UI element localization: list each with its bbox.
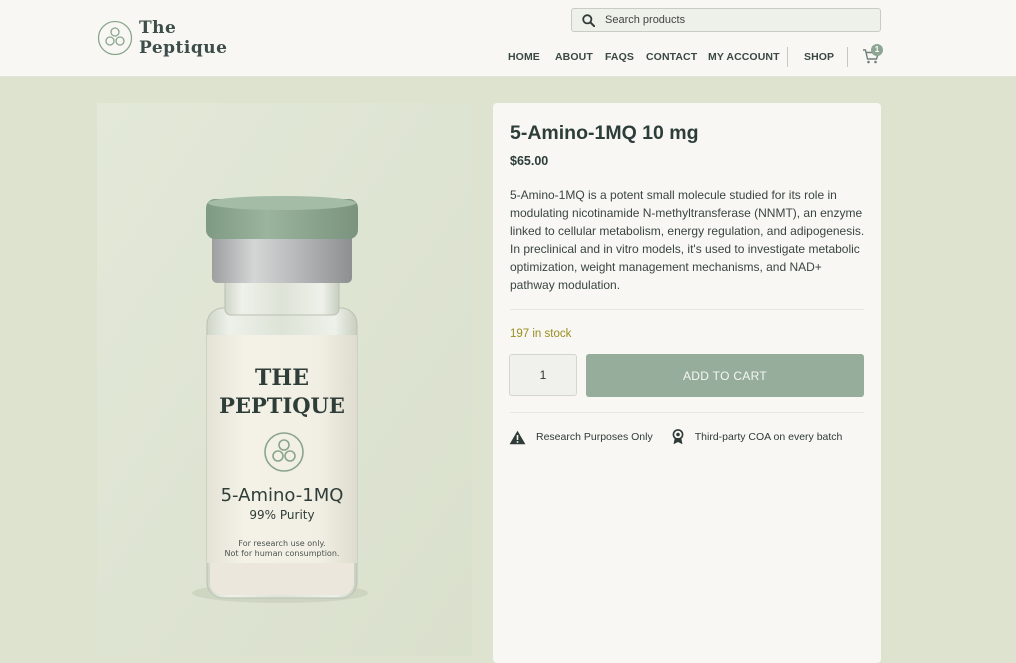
badge-research-label: Research Purposes Only xyxy=(536,431,653,443)
badge-research: Research Purposes Only xyxy=(509,430,653,445)
vial-illustration: THE PEPTIQUE 5-Amino-1MQ 99% Purity For … xyxy=(97,103,472,656)
nav-my-account[interactable]: MY ACCOUNT xyxy=(708,51,780,63)
brand-line-1: The xyxy=(139,18,177,38)
vial-product-name: 5-Amino-1MQ xyxy=(221,485,344,506)
warning-icon xyxy=(509,430,526,444)
badge-coa-label: Third-party COA on every batch xyxy=(694,431,843,443)
award-ribbon-icon xyxy=(672,429,684,445)
site-header: The Peptique HOME ABOUT FAQS CONTACT MY … xyxy=(0,0,1016,77)
search-input[interactable] xyxy=(603,13,867,27)
search-icon[interactable] xyxy=(582,13,595,27)
nav-divider xyxy=(847,47,848,67)
product-description: 5-Amino-1MQ is a potent small molecule s… xyxy=(510,188,865,292)
product-summary-panel: 5-Amino-1MQ 10 mg $65.00 5-Amino-1MQ is … xyxy=(493,103,881,663)
trust-badges: Research Purposes Only Third-party COA o… xyxy=(509,429,860,445)
search-bar[interactable] xyxy=(571,8,881,32)
stock-status: 197 in stock xyxy=(510,328,572,340)
product-price: $65.00 xyxy=(510,154,549,168)
product-title: 5-Amino-1MQ 10 mg xyxy=(510,122,699,144)
nav-contact[interactable]: CONTACT xyxy=(646,51,697,63)
quantity-input[interactable] xyxy=(509,354,577,396)
vial-purity: 99% Purity xyxy=(249,508,314,522)
molecule-logo-icon xyxy=(97,20,133,56)
nav-about[interactable]: ABOUT xyxy=(555,51,593,63)
nav-divider xyxy=(787,47,788,67)
divider xyxy=(510,412,864,413)
vial-brand-line-1: THE xyxy=(255,365,309,391)
nav-home[interactable]: HOME xyxy=(508,51,540,63)
add-to-cart-button[interactable]: ADD TO CART xyxy=(586,354,864,397)
vial-disclaimer-line-1: For research use only. xyxy=(238,539,325,548)
cart-count-badge: 1 xyxy=(871,44,883,56)
vial-disclaimer-line-2: Not for human consumption. xyxy=(225,549,340,558)
brand-line-2: Peptique xyxy=(139,38,228,58)
divider xyxy=(510,309,864,310)
product-image: THE PEPTIQUE 5-Amino-1MQ 99% Purity For … xyxy=(97,103,472,656)
brand-name: The Peptique xyxy=(139,18,227,58)
nav-faqs[interactable]: FAQS xyxy=(605,51,634,63)
vial-brand-line-2: PEPTIQUE xyxy=(219,393,345,418)
badge-coa: Third-party COA on every batch xyxy=(671,429,843,445)
nav-shop[interactable]: SHOP xyxy=(804,51,834,63)
site-logo[interactable]: The Peptique xyxy=(97,18,227,58)
